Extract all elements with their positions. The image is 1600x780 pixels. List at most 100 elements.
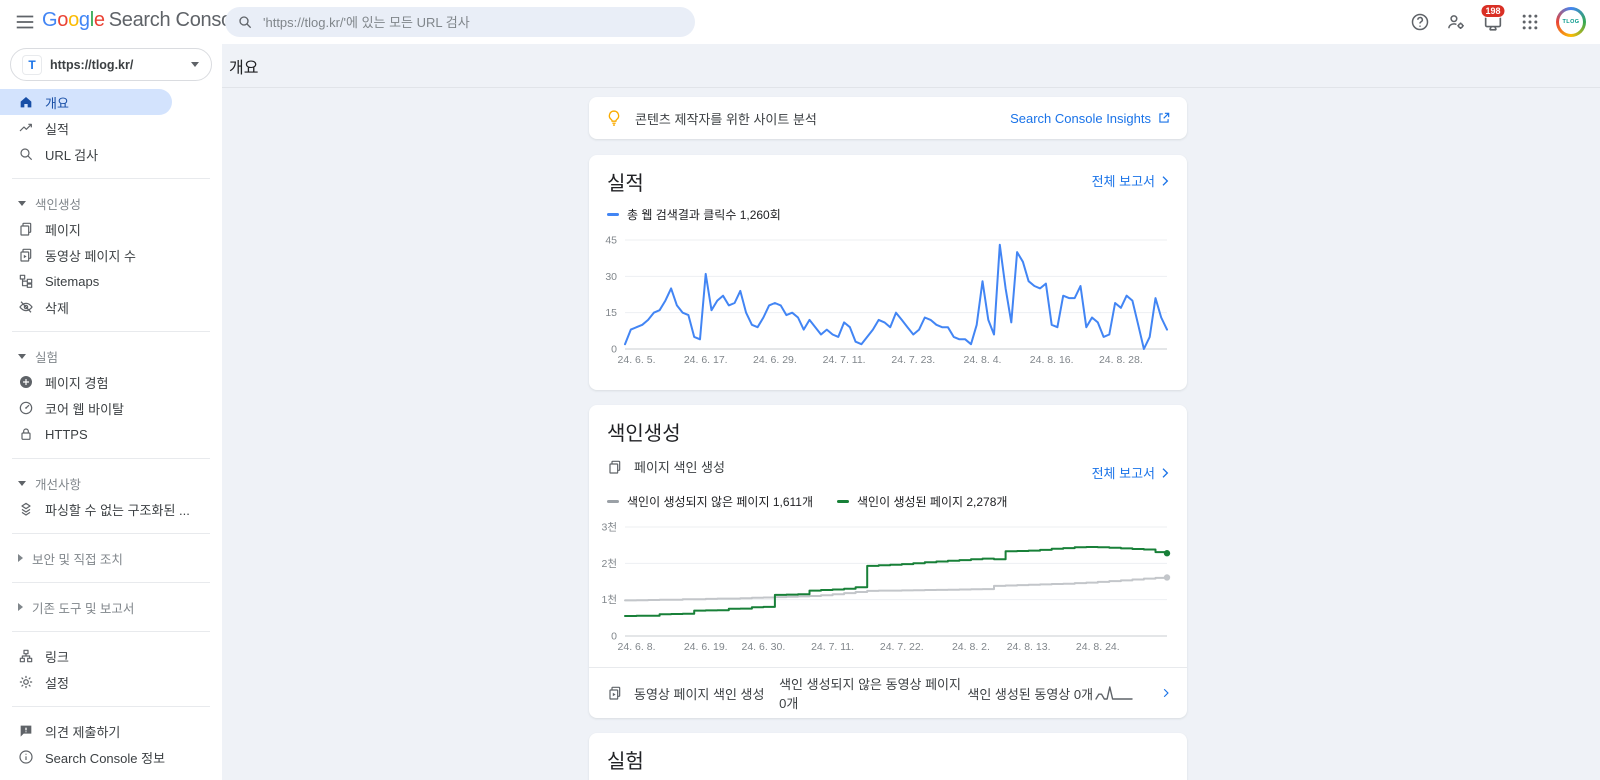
gear-icon — [18, 674, 34, 690]
performance-icon — [18, 120, 34, 136]
sidebar-item-unparsable-structured-data[interactable]: 파싱할 수 없는 구조화된 ... — [0, 496, 222, 522]
svg-text:24. 6. 19.: 24. 6. 19. — [684, 641, 728, 653]
sidebar-section-label: 색인생성 — [35, 194, 81, 213]
sidebar-item-label: 설정 — [45, 673, 69, 692]
legend-dash-not-indexed — [607, 500, 619, 503]
sidebar-item-settings[interactable]: 설정 — [0, 669, 222, 695]
sidebar-item-label: 동영상 페이지 수 — [45, 246, 136, 265]
svg-text:24. 8. 4.: 24. 8. 4. — [964, 354, 1002, 366]
performance-report-link[interactable]: 전체 보고서 — [1092, 171, 1173, 190]
sidebar-section-enhancements[interactable]: 개선사항 — [0, 470, 222, 496]
sidebar-item-video-pages[interactable]: 동영상 페이지 수 — [0, 242, 222, 268]
sidebar-item-overview[interactable]: 개요 — [0, 89, 172, 115]
url-inspection-searchbar[interactable] — [225, 7, 695, 37]
sidebar-section-legacy-tools[interactable]: 기존 도구 및 보고서 — [0, 594, 222, 620]
svg-text:24. 8. 2.: 24. 8. 2. — [952, 641, 990, 653]
video-indexing-row[interactable]: 동영상 페이지 색인 생성 색인 생성되지 않은 동영상 페이지 0개 색인 생… — [589, 667, 1187, 718]
chevron-right-icon[interactable] — [1159, 685, 1173, 701]
video-indexed-count: 색인 생성된 동영상 0개 — [967, 684, 1095, 703]
sidebar-divider — [12, 706, 210, 707]
legend-dash-clicks — [607, 213, 619, 216]
sidebar-divider — [12, 582, 210, 583]
menu-icon[interactable] — [14, 11, 36, 33]
svg-text:24. 7. 11.: 24. 7. 11. — [811, 641, 854, 653]
experiments-card-title: 실험 — [607, 745, 644, 774]
svg-text:24. 7. 22.: 24. 7. 22. — [880, 641, 924, 653]
sidebar-divider — [12, 631, 210, 632]
sidebar-section-experience[interactable]: 실험 — [0, 343, 222, 369]
feedback-icon — [18, 723, 34, 739]
chevron-right-icon — [18, 554, 23, 562]
top-actions: 198 TLOG — [1410, 0, 1586, 44]
avatar[interactable]: TLOG — [1556, 7, 1586, 37]
sidebar-item-page-experience[interactable]: 페이지 경험 — [0, 369, 222, 395]
info-icon — [18, 749, 34, 765]
home-icon — [18, 94, 34, 110]
performance-legend: 총 웹 검색결과 클릭수 1,260회 — [607, 206, 781, 223]
svg-text:0: 0 — [611, 631, 617, 643]
sidebar-item-https[interactable]: HTTPS — [0, 421, 222, 447]
sitemap-icon — [18, 273, 34, 289]
search-input[interactable] — [263, 15, 683, 30]
svg-text:24. 6. 29.: 24. 6. 29. — [753, 354, 797, 366]
sidebar-item-sitemaps[interactable]: Sitemaps — [0, 268, 222, 294]
lock-icon — [18, 426, 34, 442]
video-not-indexed-count: 색인 생성되지 않은 동영상 페이지 0개 — [779, 674, 967, 712]
svg-text:3천: 3천 — [602, 522, 618, 534]
indexing-report-link[interactable]: 전체 보고서 — [1092, 463, 1173, 482]
svg-text:24. 8. 24.: 24. 8. 24. — [1076, 641, 1120, 653]
sidebar-divider — [12, 533, 210, 534]
experiments-card: 실험 — [589, 733, 1187, 780]
sidebar: T https://tlog.kr/ 개요실적 URL 검사색인생성페이지동영상 … — [0, 44, 222, 780]
property-selector[interactable]: T https://tlog.kr/ — [10, 48, 212, 81]
sidebar-item-core-web-vitals[interactable]: 코어 웹 바이탈 — [0, 395, 222, 421]
svg-text:24. 8. 28.: 24. 8. 28. — [1099, 354, 1143, 366]
svg-text:24. 8. 16.: 24. 8. 16. — [1030, 354, 1074, 366]
sidebar-item-label: 코어 웹 바이탈 — [45, 399, 124, 418]
indexing-legend: 색인이 생성되지 않은 페이지 1,611개 색인이 생성된 페이지 2,278… — [607, 493, 1007, 510]
video-sparkline — [1095, 685, 1133, 701]
page-indexing-subtitle-row: 페이지 색인 생성 — [607, 457, 725, 476]
sidebar-divider — [12, 178, 210, 179]
insights-link[interactable]: Search Console Insights — [1010, 111, 1171, 126]
lightbulb-icon — [605, 109, 623, 127]
google-apps-icon[interactable] — [1520, 12, 1540, 32]
video-pages-icon — [607, 685, 623, 701]
svg-text:24. 6. 30.: 24. 6. 30. — [741, 641, 785, 653]
user-settings-icon[interactable] — [1446, 12, 1466, 32]
sidebar-section-label: 보안 및 직접 조치 — [32, 549, 123, 568]
svg-text:2천: 2천 — [602, 558, 618, 570]
links-icon — [18, 648, 34, 664]
sidebar-item-pages[interactable]: 페이지 — [0, 216, 222, 242]
legend-dash-indexed — [837, 500, 849, 503]
page-title: 개요 — [229, 54, 258, 78]
sidebar-divider — [12, 331, 210, 332]
chevron-right-icon — [18, 603, 23, 611]
announcements-icon[interactable]: 198 — [1482, 11, 1504, 33]
svg-text:24. 6. 8.: 24. 6. 8. — [618, 641, 656, 653]
chevron-down-icon — [191, 62, 199, 67]
chevron-right-icon — [1157, 173, 1173, 189]
sidebar-item-label: URL 검사 — [45, 145, 98, 164]
sidebar-item-label: 실적 — [45, 119, 69, 138]
sidebar-item-label: 파싱할 수 없는 구조화된 ... — [45, 500, 190, 519]
sidebar-section-indexing[interactable]: 색인생성 — [0, 190, 222, 216]
sidebar-item-links[interactable]: 링크 — [0, 643, 222, 669]
sidebar-section-security[interactable]: 보안 및 직접 조치 — [0, 545, 222, 571]
sidebar-item-url-inspection[interactable]: URL 검사 — [0, 141, 222, 167]
svg-text:45: 45 — [605, 235, 617, 247]
pages-icon — [607, 459, 623, 475]
sidebar-item-feedback[interactable]: 의견 제출하기 — [0, 718, 222, 744]
sidebar-divider — [12, 458, 210, 459]
avatar-label: TLOG — [1559, 10, 1583, 34]
video-indexing-label: 동영상 페이지 색인 생성 — [634, 684, 779, 703]
indexing-card-title: 색인생성 — [607, 417, 681, 446]
sidebar-item-about[interactable]: Search Console 정보 — [0, 744, 222, 770]
search-icon — [18, 146, 34, 162]
sidebar-item-label: HTTPS — [45, 427, 88, 442]
sidebar-item-removals[interactable]: 삭제 — [0, 294, 222, 320]
sidebar-item-performance[interactable]: 실적 — [0, 115, 222, 141]
content-column: 콘텐츠 제작자를 위한 사이트 분석 Search Console Insigh… — [589, 88, 1187, 780]
property-label: https://tlog.kr/ — [50, 58, 191, 72]
help-icon[interactable] — [1410, 12, 1430, 32]
